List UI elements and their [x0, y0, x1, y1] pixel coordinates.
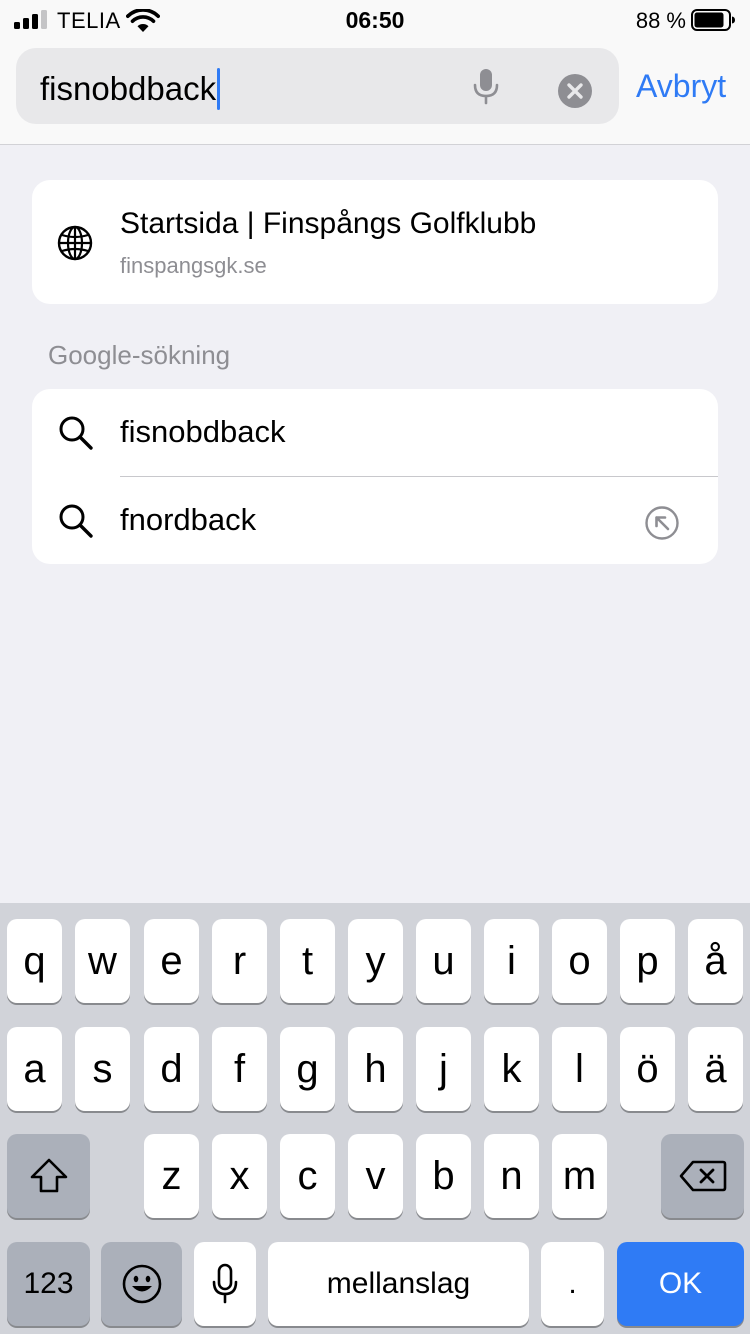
key-w[interactable]: w [75, 919, 130, 1003]
key-y[interactable]: y [348, 919, 403, 1003]
period-key[interactable]: . [541, 1242, 604, 1326]
microphone-icon [212, 1263, 238, 1304]
key-p[interactable]: p [620, 919, 675, 1003]
top-hit-title: Startsida | Finspångs Golfklubb [120, 207, 537, 240]
top-hit-suggestion[interactable]: Startsida | Finspångs Golfklubb finspang… [32, 180, 718, 304]
backspace-icon [679, 1160, 726, 1192]
text-cursor [217, 68, 221, 110]
shift-icon [30, 1158, 67, 1193]
key-t[interactable]: t [280, 919, 335, 1003]
search-header: fisnobdback Avbryt [0, 42, 750, 145]
globe-icon [57, 225, 93, 261]
microphone-icon[interactable] [472, 68, 500, 106]
go-key[interactable]: OK [617, 1242, 744, 1326]
key-m[interactable]: m [552, 1134, 607, 1218]
keyboard: q w e r t y u i o p å a s d f g h j k l … [0, 903, 750, 1334]
google-suggestion-row[interactable]: fisnobdback [32, 389, 718, 476]
address-search-field[interactable]: fisnobdback [16, 48, 619, 124]
key-e[interactable]: e [144, 919, 199, 1003]
key-i[interactable]: i [484, 919, 539, 1003]
battery-icon [691, 9, 735, 31]
emoji-icon [122, 1264, 161, 1304]
key-o[interactable]: o [552, 919, 607, 1003]
key-g[interactable]: g [280, 1027, 335, 1111]
dictation-key[interactable] [194, 1242, 256, 1326]
key-f[interactable]: f [212, 1027, 267, 1111]
key-k[interactable]: k [484, 1027, 539, 1111]
key-r[interactable]: r [212, 919, 267, 1003]
key-c[interactable]: c [280, 1134, 335, 1218]
search-input[interactable]: fisnobdback [40, 68, 221, 110]
google-suggestions-list: fisnobdback fnordback [32, 389, 718, 564]
space-key[interactable]: mellanslag [268, 1242, 529, 1326]
key-x[interactable]: x [212, 1134, 267, 1218]
search-icon [59, 416, 93, 450]
fill-arrow-icon[interactable] [644, 505, 680, 541]
key-v[interactable]: v [348, 1134, 403, 1218]
key-a-ring[interactable]: å [688, 919, 743, 1003]
google-suggestion-text: fisnobdback [120, 414, 286, 449]
key-l[interactable]: l [552, 1027, 607, 1111]
google-search-section-label: Google-sökning [48, 340, 231, 370]
key-j[interactable]: j [416, 1027, 471, 1111]
key-n[interactable]: n [484, 1134, 539, 1218]
key-d[interactable]: d [144, 1027, 199, 1111]
status-bar: TELIA 06:50 88 % [0, 0, 750, 42]
google-suggestion-text: fnordback [120, 502, 257, 537]
emoji-key[interactable] [101, 1242, 182, 1326]
battery-percentage: 88 % [635, 8, 686, 33]
search-query-text: fisnobdback [40, 70, 217, 107]
cancel-button[interactable]: Avbryt [636, 68, 726, 105]
key-b[interactable]: b [416, 1134, 471, 1218]
top-hit-url: finspangsgk.se [120, 253, 267, 278]
key-u[interactable]: u [416, 919, 471, 1003]
key-h[interactable]: h [348, 1027, 403, 1111]
shift-key[interactable] [7, 1134, 90, 1218]
key-o-umlaut[interactable]: ö [620, 1027, 675, 1111]
key-a[interactable]: a [7, 1027, 62, 1111]
key-s[interactable]: s [75, 1027, 130, 1111]
numbers-key[interactable]: 123 [7, 1242, 90, 1326]
search-icon [59, 504, 93, 538]
delete-key[interactable] [661, 1134, 744, 1218]
clear-text-icon[interactable] [557, 73, 593, 109]
key-q[interactable]: q [7, 919, 62, 1003]
key-z[interactable]: z [144, 1134, 199, 1218]
key-a-umlaut[interactable]: ä [688, 1027, 743, 1111]
google-suggestion-row[interactable]: fnordback [32, 477, 718, 564]
